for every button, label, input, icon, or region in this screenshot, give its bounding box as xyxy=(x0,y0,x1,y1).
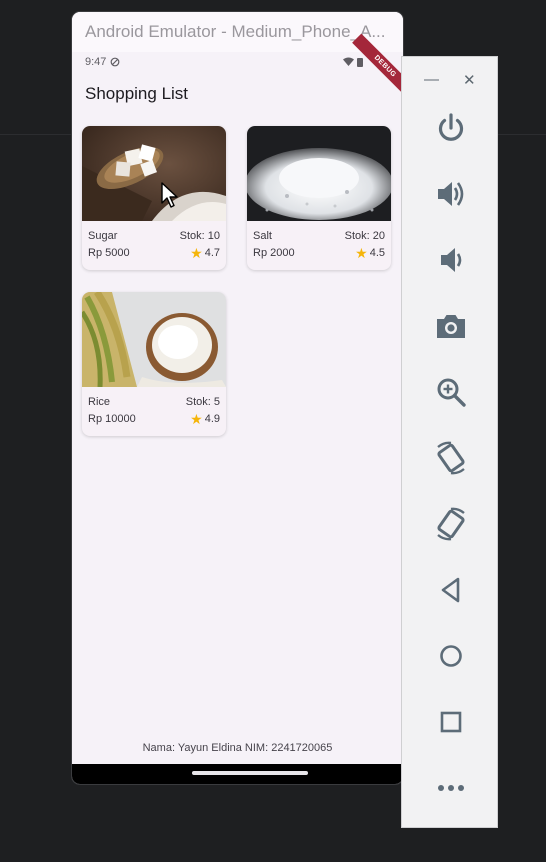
more-button[interactable] xyxy=(428,765,474,811)
gesture-handle[interactable] xyxy=(192,771,308,775)
product-stock: Stok: 5 xyxy=(185,395,220,408)
rotate-left-icon xyxy=(437,441,465,475)
shield-icon xyxy=(111,57,120,67)
volume-down-button[interactable] xyxy=(428,237,474,283)
home-button[interactable] xyxy=(428,633,474,679)
more-icon xyxy=(438,785,464,791)
star-icon: ★ xyxy=(355,244,368,261)
close-button[interactable]: ✕ xyxy=(463,71,476,89)
overview-icon xyxy=(440,711,462,733)
status-bar: 9:47 DEBUG xyxy=(72,33,403,100)
product-price: Rp 5000 xyxy=(88,246,130,259)
screenshot-button[interactable] xyxy=(428,303,474,349)
navigation-bar xyxy=(72,764,403,784)
rotate-right-button[interactable] xyxy=(428,501,474,547)
battery-icon xyxy=(357,58,363,67)
zoom-in-icon xyxy=(437,378,466,407)
product-price: Rp 2000 xyxy=(253,246,295,259)
product-stock: Stok: 20 xyxy=(344,229,385,242)
volume-up-button[interactable] xyxy=(428,171,474,217)
emulator-title[interactable]: Android Emulator - Medium_Phone_A... xyxy=(72,12,403,52)
wifi-icon xyxy=(343,57,354,66)
overview-button[interactable] xyxy=(428,699,474,745)
product-stock: Stok: 10 xyxy=(179,229,220,242)
camera-icon xyxy=(437,315,465,338)
mouse-cursor-icon xyxy=(161,182,178,208)
rotate-left-button[interactable] xyxy=(428,435,474,481)
page-title: Shopping List xyxy=(85,84,189,103)
product-name: Salt xyxy=(253,229,272,242)
home-icon xyxy=(440,645,462,667)
star-icon: ★ xyxy=(190,244,203,261)
product-card-rice[interactable]: Rice Stok: 5 Rp 10000 ★ 4.9 xyxy=(82,292,226,436)
product-image-salt xyxy=(247,126,391,221)
zoom-button[interactable] xyxy=(428,369,474,415)
back-button[interactable] xyxy=(428,567,474,613)
status-time: 9:47 xyxy=(85,56,107,68)
product-rating: 4.9 xyxy=(204,412,220,425)
product-card-sugar[interactable]: Sugar Stok: 10 Rp 5000 ★ 4.7 xyxy=(82,126,226,270)
emulator-toolbar: — ✕ xyxy=(401,56,498,828)
rotate-right-icon xyxy=(437,507,465,541)
back-icon xyxy=(441,577,460,603)
volume-down-icon xyxy=(441,248,462,272)
product-name: Sugar xyxy=(88,229,118,242)
power-icon xyxy=(438,113,464,141)
volume-up-icon xyxy=(438,182,464,206)
product-card-salt[interactable]: Salt Stok: 20 Rp 2000 ★ 4.5 xyxy=(247,126,391,270)
product-rating: 4.5 xyxy=(369,246,385,259)
product-image-rice xyxy=(82,292,226,387)
product-image-sugar xyxy=(82,126,226,221)
product-rating: 4.7 xyxy=(204,246,220,259)
star-icon: ★ xyxy=(190,410,203,427)
minimize-button[interactable]: — xyxy=(424,71,439,88)
power-button[interactable] xyxy=(428,105,474,151)
product-price: Rp 10000 xyxy=(88,412,136,425)
footer-credit: Nama: Yayun Eldina NIM: 2241720065 xyxy=(142,742,333,754)
emulator-window: Android Emulator - Medium_Phone_A... 9:4… xyxy=(72,12,403,784)
product-name: Rice xyxy=(88,395,111,408)
